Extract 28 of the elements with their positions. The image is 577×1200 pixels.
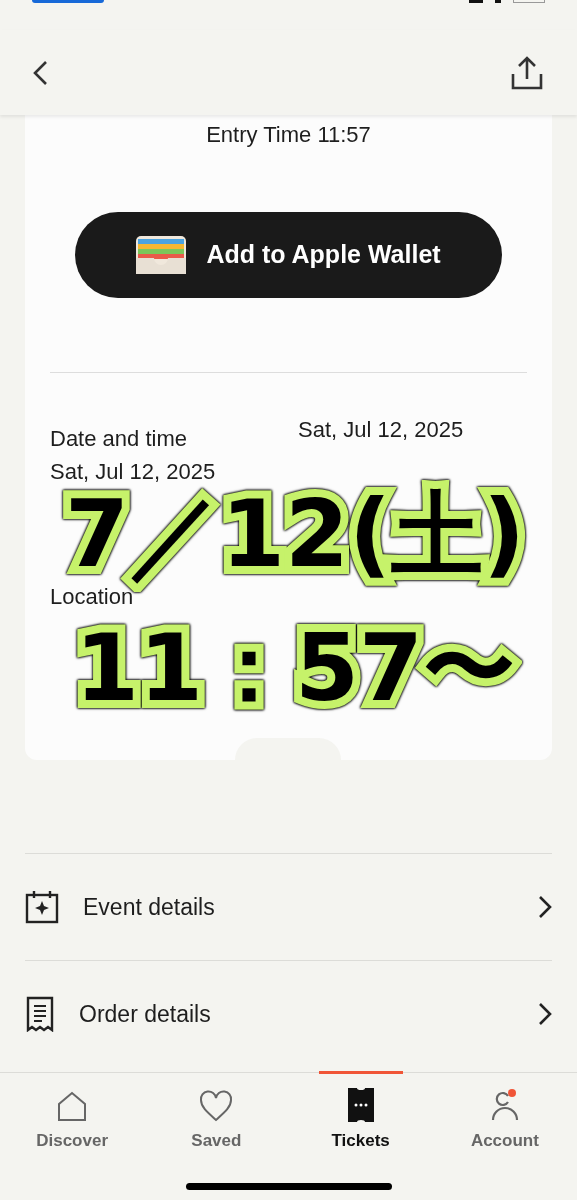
share-button[interactable] (509, 54, 545, 91)
calendar-icon (25, 890, 59, 924)
heart-icon (199, 1089, 234, 1122)
menu-row[interactable]: Event details (25, 853, 552, 960)
section-label: Location (50, 584, 135, 611)
share-icon (510, 55, 544, 90)
chevron-icon (538, 1002, 552, 1026)
chevron-icon (538, 895, 552, 919)
wallet-icon (136, 236, 187, 274)
apple-wallet-button[interactable]: Add to Apple Wallet (75, 212, 502, 298)
status-pill (32, 0, 104, 3)
tab[interactable]: Account (432, 1073, 577, 1153)
menu-row[interactable]: Order details (25, 960, 552, 1067)
signal-icon (469, 0, 483, 3)
wifi-icon (495, 0, 501, 3)
home-icon (56, 1089, 89, 1122)
tab[interactable]: Discover (0, 1073, 145, 1153)
ticket-icon (347, 1087, 374, 1122)
back-icon (32, 59, 48, 86)
entry-time: Entry Time 11:57 (205, 121, 372, 149)
end-date: Sat, Jul 12, 2025 (298, 416, 464, 444)
receipt-icon (25, 996, 55, 1032)
start-date: Sat, Jul 12, 2025 (50, 458, 217, 486)
tab[interactable]: Saved (144, 1073, 289, 1153)
section-label: Date and time (50, 425, 188, 453)
overlay-caption: 7／12(土) (64, 485, 527, 585)
tab[interactable]: Tickets (288, 1073, 433, 1153)
battery-icon (513, 0, 545, 3)
